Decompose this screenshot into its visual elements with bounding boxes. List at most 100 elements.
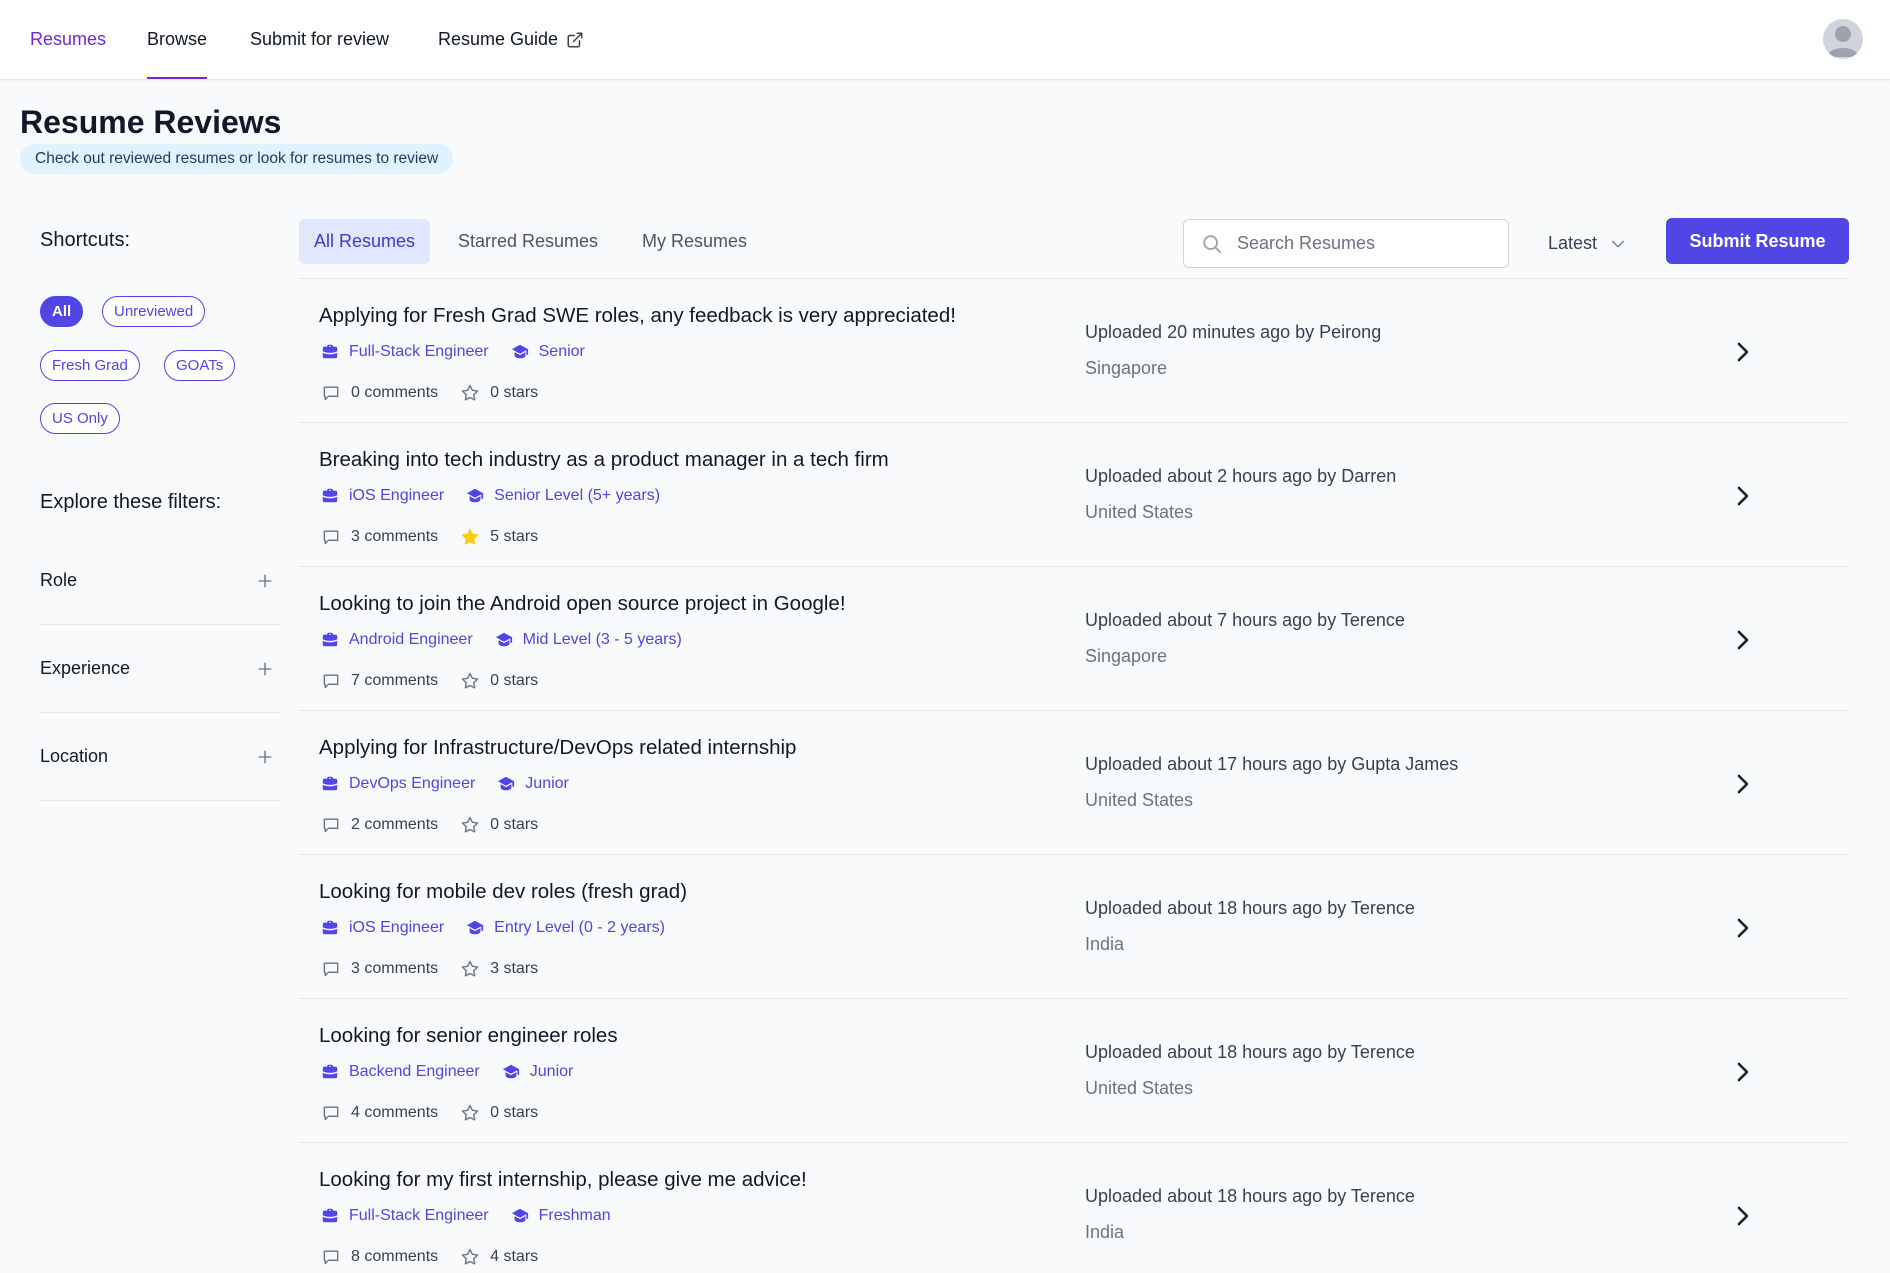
stars-label: 4 stars — [490, 1248, 539, 1265]
experience-tag: Entry Level (0 - 2 years) — [466, 919, 665, 937]
stars-count: 0 stars — [460, 815, 538, 835]
shortcut-us-only[interactable]: US Only — [40, 403, 120, 434]
resume-meta: 3 comments 3 stars — [321, 959, 560, 979]
role-label: iOS Engineer — [349, 487, 445, 504]
experience-tag: Mid Level (3 - 5 years) — [495, 631, 682, 649]
shortcut-fresh-grad[interactable]: Fresh Grad — [40, 350, 140, 381]
nav-resume-guide[interactable]: Resume Guide — [438, 0, 584, 79]
resume-row[interactable]: Looking for mobile dev roles (fresh grad… — [299, 855, 1849, 999]
sort-dropdown[interactable]: Latest — [1548, 219, 1627, 268]
role-tag: Android Engineer — [321, 631, 473, 649]
chevron-right-icon[interactable] — [1731, 483, 1755, 509]
nav-browse[interactable]: Browse — [147, 0, 208, 79]
resume-title: Applying for Infrastructure/DevOps relat… — [319, 736, 797, 759]
shortcut-all[interactable]: All — [40, 296, 84, 327]
graduation-cap-icon — [502, 1064, 519, 1079]
stars-label: 0 stars — [490, 672, 539, 689]
comment-icon — [323, 962, 339, 977]
resume-tags: Full-Stack Engineer Senior — [321, 343, 607, 361]
comment-icon — [323, 1250, 339, 1265]
resume-location: Singapore — [1085, 646, 1168, 666]
resume-row[interactable]: Applying for Infrastructure/DevOps relat… — [299, 711, 1849, 855]
explore-filters-title: Explore these filters: — [40, 491, 222, 513]
resume-title: Breaking into tech industry as a product… — [319, 448, 889, 471]
resume-title: Looking for senior engineer roles — [319, 1024, 618, 1047]
chevron-right-icon[interactable] — [1731, 771, 1755, 797]
role-label: Backend Engineer — [349, 1063, 480, 1080]
resume-row[interactable]: Looking to join the Android open source … — [299, 567, 1849, 711]
resume-location: India — [1085, 1222, 1125, 1242]
nav-submit-for-review[interactable]: Submit for review — [250, 0, 389, 79]
filter-location[interactable]: Location — [40, 713, 280, 801]
user-avatar[interactable] — [1823, 19, 1863, 59]
experience-label: Senior Level (5+ years) — [494, 487, 661, 504]
chevron-right-icon[interactable] — [1731, 1203, 1755, 1229]
role-tag: Backend Engineer — [321, 1063, 480, 1081]
stars-label: 5 stars — [490, 528, 539, 545]
shortcut-goats[interactable]: GOATs — [164, 350, 236, 381]
comments-count: 0 comments — [321, 383, 438, 403]
stars-count: 3 stars — [460, 959, 538, 979]
resume-meta: 0 comments 0 stars — [321, 383, 560, 403]
role-tag: iOS Engineer — [321, 919, 444, 937]
comment-icon — [323, 1106, 339, 1121]
page-title: Resume Reviews — [20, 104, 282, 140]
resume-title: Applying for Fresh Grad SWE roles, any f… — [319, 304, 956, 327]
filter-experience[interactable]: Experience — [40, 625, 280, 713]
star-icon — [461, 528, 479, 545]
comments-label: 3 comments — [351, 528, 439, 545]
uploaded-info: Uploaded about 2 hours ago by Darren — [1085, 466, 1397, 486]
stars-label: 0 stars — [490, 384, 539, 401]
resume-tags: iOS Engineer Senior Level (5+ years) — [321, 487, 682, 505]
resume-list: Applying for Fresh Grad SWE roles, any f… — [299, 278, 1849, 1273]
experience-label: Entry Level (0 - 2 years) — [494, 919, 665, 936]
experience-tag: Junior — [497, 775, 569, 793]
subtitle-badge: Check out reviewed resumes or look for r… — [20, 144, 454, 174]
briefcase-icon — [322, 1064, 338, 1079]
resume-tags: DevOps Engineer Junior — [321, 775, 591, 793]
comments-count: 3 comments — [321, 527, 438, 547]
star-icon — [461, 384, 479, 401]
experience-tag: Senior — [511, 343, 585, 361]
nav-resume-guide-label: Resume Guide — [438, 29, 559, 49]
chevron-down-icon — [1611, 240, 1625, 247]
chevron-right-icon[interactable] — [1731, 339, 1755, 365]
briefcase-icon — [322, 776, 338, 791]
resume-location: United States — [1085, 790, 1194, 810]
shortcut-unreviewed[interactable]: Unreviewed — [102, 296, 206, 327]
comment-icon — [323, 530, 339, 545]
tab-starred-resumes[interactable]: Starred Resumes — [443, 219, 613, 264]
briefcase-icon — [322, 344, 338, 359]
experience-label: Junior — [525, 775, 569, 792]
chevron-right-icon[interactable] — [1731, 1059, 1755, 1085]
stars-count: 0 stars — [460, 671, 538, 691]
resume-row[interactable]: Breaking into tech industry as a product… — [299, 423, 1849, 567]
search-box — [1183, 219, 1509, 268]
resume-row[interactable]: Applying for Fresh Grad SWE roles, any f… — [299, 279, 1849, 423]
comments-label: 3 comments — [351, 960, 439, 977]
comments-count: 7 comments — [321, 671, 438, 691]
filter-experience-label: Experience — [40, 658, 131, 678]
comments-label: 4 comments — [351, 1104, 439, 1121]
tab-my-resumes[interactable]: My Resumes — [627, 219, 762, 264]
resume-tags: Android Engineer Mid Level (3 - 5 years) — [321, 631, 704, 649]
submit-resume-button[interactable]: Submit Resume — [1666, 218, 1849, 264]
graduation-cap-icon — [467, 488, 484, 503]
sort-selected-label: Latest — [1548, 233, 1598, 253]
plus-icon — [258, 750, 272, 763]
external-link-icon — [567, 32, 583, 47]
experience-label: Mid Level (3 - 5 years) — [522, 631, 682, 648]
resume-tags: iOS Engineer Entry Level (0 - 2 years) — [321, 919, 687, 937]
role-label: DevOps Engineer — [349, 775, 476, 792]
resume-meta: 7 comments 0 stars — [321, 671, 560, 691]
resume-meta: 2 comments 0 stars — [321, 815, 560, 835]
comments-label: 2 comments — [351, 816, 439, 833]
nav-resumes[interactable]: Resumes — [30, 0, 106, 79]
search-input[interactable] — [1237, 233, 1487, 254]
tab-all-resumes[interactable]: All Resumes — [299, 219, 431, 264]
filter-role[interactable]: Role — [40, 537, 280, 625]
chevron-right-icon[interactable] — [1731, 915, 1755, 941]
resume-row[interactable]: Looking for senior engineer roles Backen… — [299, 999, 1849, 1143]
chevron-right-icon[interactable] — [1731, 627, 1755, 653]
resume-row[interactable]: Looking for my first internship, please … — [299, 1143, 1849, 1273]
